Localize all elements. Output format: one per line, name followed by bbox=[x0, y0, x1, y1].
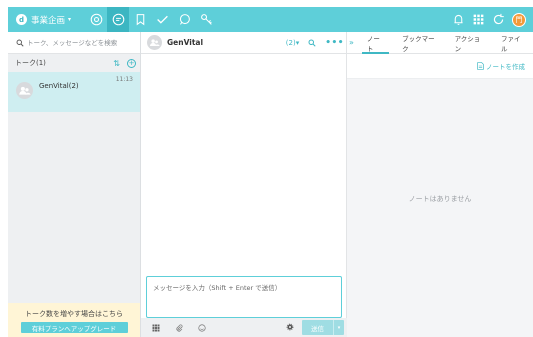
tab-actions[interactable]: アクション bbox=[446, 32, 492, 54]
note-toolbar: ノートを作成 bbox=[347, 54, 533, 79]
chat-title: GenVital bbox=[167, 38, 204, 47]
talk-name: GenVital(2) bbox=[39, 82, 79, 90]
talk-list-item[interactable]: GenVital(2) 11:13 bbox=[8, 72, 140, 112]
attachment-icon[interactable] bbox=[175, 324, 183, 332]
add-talk-icon[interactable]: + bbox=[127, 58, 136, 68]
speech-icon[interactable] bbox=[173, 7, 195, 32]
tab-files[interactable]: ファイル bbox=[492, 32, 533, 54]
create-note-button[interactable]: ノートを作成 bbox=[477, 61, 525, 71]
search-box bbox=[8, 32, 140, 54]
chevron-down-icon: ▾ bbox=[295, 38, 300, 47]
main-nav bbox=[85, 7, 217, 32]
stamp-grid-icon[interactable] bbox=[152, 324, 160, 332]
refresh-icon[interactable] bbox=[488, 7, 508, 32]
top-bar: d 事業企画 ▾ 門 bbox=[8, 7, 533, 32]
chat-panel: GenVital (2) ▾ ••• 送信 ▾ bbox=[141, 32, 347, 337]
group-avatar-icon bbox=[147, 35, 162, 50]
group-avatar-icon bbox=[16, 82, 33, 99]
bookmark-icon[interactable] bbox=[129, 7, 151, 32]
tab-bookmarks[interactable]: ブックマーク bbox=[393, 32, 445, 54]
chat-header: GenVital (2) ▾ ••• bbox=[141, 32, 346, 54]
chevron-down-icon: ▾ bbox=[68, 16, 72, 23]
workspace-switcher[interactable]: d 事業企画 ▾ bbox=[16, 14, 71, 26]
emoji-icon[interactable] bbox=[198, 323, 206, 332]
key-icon[interactable] bbox=[195, 7, 217, 32]
note-icon bbox=[477, 62, 484, 70]
composer-toolbar: 送信 ▾ bbox=[141, 318, 347, 337]
chat-tools: (2) ▾ ••• bbox=[277, 38, 346, 48]
search-icon bbox=[16, 39, 24, 47]
talk-sidebar: トーク(1) ⇅ + GenVital(2) 11:13 トーク数を増やす場合は… bbox=[8, 32, 141, 337]
search-icon bbox=[308, 39, 316, 47]
tab-notes[interactable]: ノート bbox=[358, 32, 393, 54]
notes-panel: » ノート ブックマーク アクション ファイル ノートを作成 ノートはありません bbox=[347, 32, 533, 337]
upgrade-button[interactable]: 有料プランへアップグレード bbox=[20, 322, 128, 333]
member-count-button[interactable]: (2) ▾ bbox=[286, 39, 299, 47]
user-avatar[interactable]: 門 bbox=[512, 12, 526, 27]
workspace-name: 事業企画 bbox=[31, 15, 66, 26]
grid-icon[interactable] bbox=[468, 7, 488, 32]
side-tabs: » ノート ブックマーク アクション ファイル bbox=[347, 32, 533, 54]
mention-icon[interactable] bbox=[85, 7, 107, 32]
send-label: 送信 bbox=[311, 324, 324, 333]
more-icon[interactable]: ••• bbox=[325, 38, 344, 48]
top-right-tools: 門 bbox=[448, 7, 529, 32]
chat-icon[interactable] bbox=[107, 7, 130, 32]
check-icon[interactable] bbox=[151, 7, 173, 32]
promo-text: トーク数を増やす場合はこちら bbox=[25, 310, 123, 318]
talk-header-actions: ⇅ + bbox=[106, 58, 136, 68]
create-note-label: ノートを作成 bbox=[486, 63, 525, 71]
talk-count-label: トーク(1) bbox=[15, 59, 46, 67]
message-composer bbox=[146, 276, 342, 318]
member-count: (2) bbox=[285, 38, 296, 47]
talk-time: 11:13 bbox=[115, 76, 133, 83]
talk-list-header: トーク(1) ⇅ + bbox=[8, 54, 140, 72]
workspace-logo: d bbox=[16, 14, 27, 25]
gear-icon[interactable] bbox=[286, 323, 294, 333]
upgrade-promo: トーク数を増やす場合はこちら 有料プランへアップグレード bbox=[8, 303, 140, 337]
collapse-panel-icon[interactable]: » bbox=[347, 32, 358, 54]
search-input[interactable] bbox=[27, 38, 137, 47]
chat-search-button[interactable] bbox=[308, 39, 316, 47]
bell-icon[interactable] bbox=[448, 7, 468, 32]
sort-icon[interactable]: ⇅ bbox=[113, 59, 120, 68]
message-input[interactable] bbox=[153, 282, 335, 312]
empty-notes-message: ノートはありません bbox=[408, 195, 472, 203]
send-button[interactable]: 送信 ▾ bbox=[302, 320, 344, 335]
chevron-down-icon[interactable]: ▾ bbox=[333, 320, 344, 335]
